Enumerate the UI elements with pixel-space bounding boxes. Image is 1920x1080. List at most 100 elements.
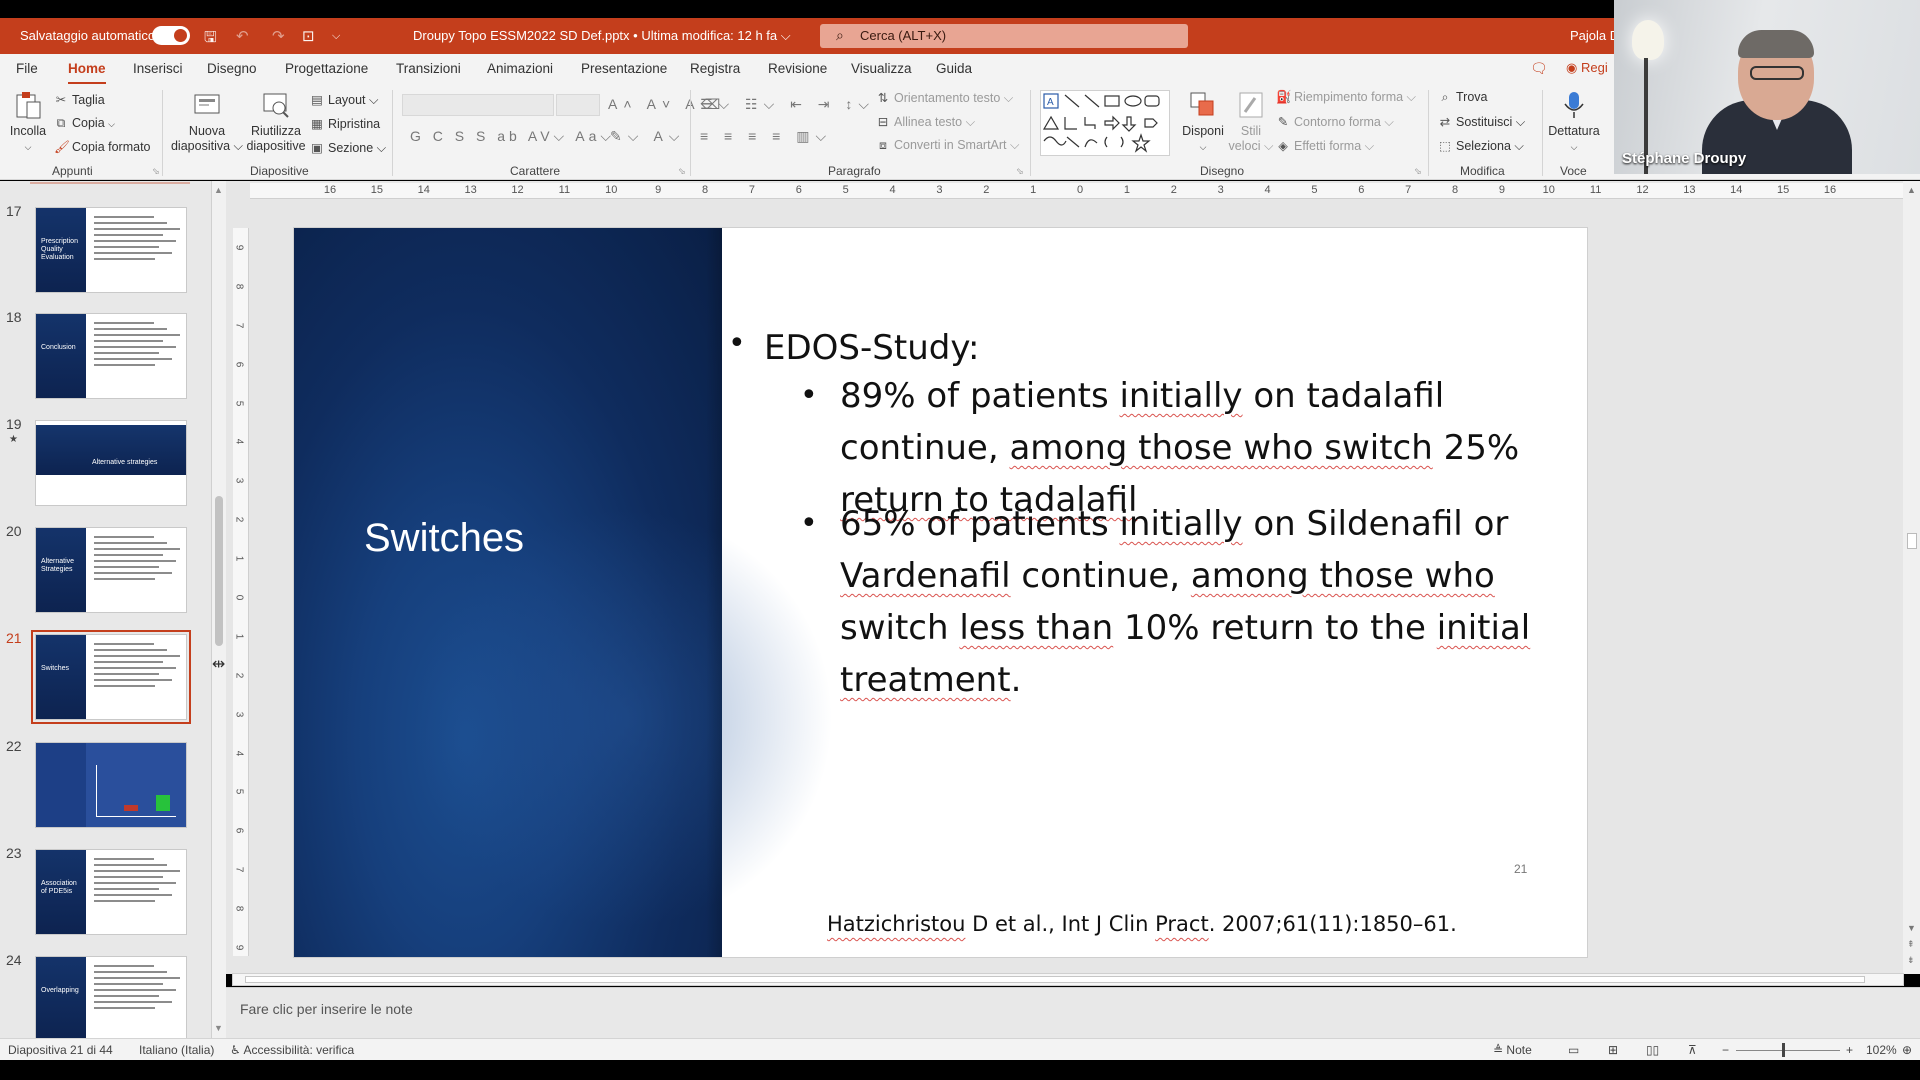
select-button[interactable]: ⬚ Seleziona ⌵	[1438, 138, 1524, 154]
zoom-in-icon[interactable]: +	[1846, 1043, 1853, 1057]
tab-view[interactable]: Visualizza	[851, 61, 912, 76]
normal-view-icon[interactable]: ▭	[1568, 1043, 1579, 1057]
previous-slide-icon[interactable]: ⇞	[1907, 939, 1915, 950]
tab-record[interactable]: Registra	[690, 61, 740, 76]
slide-thumbnail-panel[interactable]: 17 Prescription Quality Evaluation 18 Concl…	[0, 181, 212, 1042]
tab-review[interactable]: Revisione	[768, 61, 827, 76]
account-name[interactable]: Pajola D	[1570, 28, 1619, 43]
font-size-field[interactable]	[556, 94, 600, 116]
editor-hscroll-knob[interactable]	[245, 976, 1865, 983]
text-direction-button[interactable]: ⇅ Orientamento testo ⌵	[876, 90, 1014, 106]
paragraph-launcher-icon[interactable]: ⬂	[1016, 166, 1024, 177]
shape-outline-button[interactable]: ✎ Contorno forma ⌵	[1276, 114, 1394, 130]
slide-thumbnail[interactable]: Alternative Strategies	[35, 527, 187, 613]
tab-draw[interactable]: Disegno	[207, 61, 257, 76]
layout-button[interactable]: ▤ Layout ⌵	[310, 92, 378, 108]
font-launcher-icon[interactable]: ⬂	[678, 166, 686, 177]
zoom-level[interactable]: 102%	[1866, 1043, 1897, 1057]
clipboard-launcher-icon[interactable]: ⬂	[152, 166, 160, 177]
document-title[interactable]: Droupy Topo ESSM2022 SD Def.pptx • Ultim…	[413, 28, 791, 44]
redo-icon[interactable]: ↷	[272, 27, 285, 45]
arrange-button[interactable]: Disponi ⌵	[1180, 90, 1226, 155]
slide-thumbnail[interactable]: Switches	[31, 630, 191, 724]
slide-thumbnail[interactable]: Conclusion	[35, 313, 187, 399]
slide-sorter-icon[interactable]: ⊞	[1608, 1043, 1618, 1057]
scroll-down-icon[interactable]: ▼	[1907, 923, 1916, 933]
fit-to-window-icon[interactable]: ⊕	[1902, 1043, 1912, 1057]
reuse-slides-button[interactable]: Riutilizza diapositive	[246, 90, 306, 154]
quick-styles-label-2: veloci ⌵	[1228, 139, 1274, 153]
tab-home[interactable]: Home	[68, 61, 106, 85]
slide-citation[interactable]: Hatzichristou D et al., Int J Clin Pract…	[827, 912, 1457, 936]
smartart-button[interactable]: ⧈ Converti in SmartArt ⌵	[876, 138, 1019, 153]
list-buttons[interactable]: ☰⌵ ☷⌵ ⇤ ⇥ ↕⌵	[700, 96, 875, 113]
zoom-slider-knob[interactable]	[1782, 1043, 1785, 1057]
notes-button[interactable]: ≜ Note	[1493, 1043, 1532, 1057]
shapes-gallery[interactable]: A	[1040, 90, 1170, 156]
shape-effects-button[interactable]: ◈ Effetti forma ⌵	[1276, 138, 1374, 154]
accessibility-button[interactable]: ♿ Accessibilità: verifica	[230, 1043, 354, 1057]
save-icon[interactable]: 🖫	[204, 27, 217, 52]
thumbnail-scroll-knob[interactable]	[215, 496, 223, 646]
smartart-icon: ⧈	[879, 138, 887, 152]
slide-thumbnail[interactable]: Overlapping	[35, 956, 187, 1042]
record-button[interactable]: ◉ Regi	[1566, 60, 1608, 76]
editor-vertical-scrollbar[interactable]: ▲ ▼ ⇞ ⇟	[1903, 181, 1920, 974]
find-button[interactable]: ⌕ Trova	[1438, 90, 1487, 105]
group-label-slides: Diapositive	[250, 164, 309, 178]
cut-button[interactable]: ✂ Taglia	[54, 92, 105, 107]
tab-animations[interactable]: Animazioni	[487, 61, 553, 76]
language-indicator[interactable]: Italiano (Italia)	[139, 1043, 214, 1057]
slide-thumbnail[interactable]: Association of PDE5is	[35, 849, 187, 935]
section-button[interactable]: ▣ Sezione ⌵	[310, 140, 386, 156]
tab-insert[interactable]: Inserisci	[133, 61, 183, 76]
drawing-launcher-icon[interactable]: ⬂	[1414, 166, 1422, 177]
format-painter-button[interactable]: 🖌 Copia formato	[54, 140, 151, 155]
tab-design[interactable]: Progettazione	[285, 61, 368, 76]
align-text-button[interactable]: ⊟ Allinea testo ⌵	[876, 114, 975, 130]
slide-thumbnail[interactable]: Alternative strategies	[35, 420, 187, 506]
comments-icon[interactable]: 🗨	[1530, 60, 1548, 77]
new-slide-button[interactable]: Nuova diapositiva ⌵	[170, 90, 244, 154]
copy-icon: ⧉	[56, 116, 66, 130]
reset-button[interactable]: ▦ Ripristina	[310, 116, 380, 131]
zoom-out-icon[interactable]: −	[1722, 1043, 1729, 1057]
next-slide-icon[interactable]: ⇟	[1907, 955, 1915, 966]
copy-button[interactable]: ⧉ Copia ⌵	[54, 116, 115, 131]
undo-icon[interactable]: ↶	[236, 27, 249, 45]
dictate-label: Dettatura	[1548, 124, 1600, 138]
slideshow-icon[interactable]: ⊼	[1688, 1043, 1697, 1057]
dictate-button[interactable]: Dettatura ⌵	[1548, 90, 1600, 155]
font-name-field[interactable]	[402, 94, 554, 116]
slide-thumbnail[interactable]	[35, 742, 187, 828]
tab-file[interactable]: File	[16, 61, 38, 76]
quick-styles-button[interactable]: Stili veloci ⌵	[1228, 90, 1274, 154]
autosave-toggle[interactable]	[152, 26, 190, 45]
search-input[interactable]: ⌕ Cerca (ALT+X)	[820, 24, 1188, 48]
font-style-buttons[interactable]: G C S S ab AV⌵ Aa⌵	[410, 128, 615, 145]
notes-pane[interactable]: Fare clic per inserire le note	[226, 987, 1920, 1038]
panel-resize-handle-icon[interactable]: ⇹	[212, 654, 225, 674]
scroll-down-icon[interactable]: ▼	[214, 1023, 223, 1033]
replace-button[interactable]: ⇄ Sostituisci ⌵	[1438, 114, 1525, 130]
scroll-up-icon[interactable]: ▲	[1907, 185, 1916, 195]
customize-qat-icon[interactable]: ⌵	[332, 30, 340, 43]
present-icon[interactable]: ⊡	[302, 27, 315, 45]
tab-help[interactable]: Guida	[936, 61, 972, 76]
paste-button[interactable]: Incolla ⌵	[8, 90, 48, 155]
ruler-tick-label: 13	[464, 184, 477, 196]
tab-transitions[interactable]: Transizioni	[396, 61, 461, 76]
slide-thumbnail[interactable]: Prescription Quality Evaluation	[35, 207, 187, 293]
align-buttons[interactable]: ≡ ≡ ≡ ≡ ▥⌵	[700, 128, 832, 145]
slide-title[interactable]: Switches	[364, 516, 524, 561]
font-color-controls[interactable]: ✎⌵ A⌵	[610, 128, 685, 145]
tab-slideshow[interactable]: Presentazione	[581, 61, 667, 76]
reading-view-icon[interactable]: ▯▯	[1646, 1043, 1659, 1057]
thumbnail-scrollbar[interactable]: ▲ ▼	[212, 181, 226, 1038]
zoom-slider[interactable]	[1736, 1050, 1840, 1051]
shape-fill-button[interactable]: ⛽ Riempimento forma ⌵	[1276, 90, 1416, 105]
scroll-up-icon[interactable]: ▲	[214, 185, 223, 195]
editor-horizontal-scrollbar[interactable]	[232, 973, 1904, 986]
slide-canvas[interactable]: Switches • EDOS-Study: • 89% of patients…	[294, 228, 1587, 957]
editor-scroll-knob[interactable]	[1907, 533, 1917, 549]
